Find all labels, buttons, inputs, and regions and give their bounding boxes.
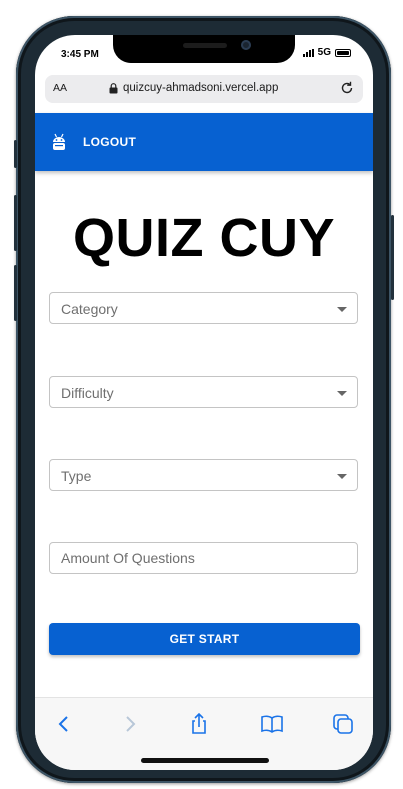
robot-icon: [51, 133, 67, 156]
url-text: quizcuy-ahmadsoni.vercel.app: [123, 82, 279, 94]
action-button: [14, 140, 17, 168]
volume-down-button: [14, 265, 17, 321]
home-indicator[interactable]: [141, 758, 269, 763]
dropdown-caret-icon: [337, 391, 347, 396]
dropdown-caret-icon: [337, 474, 347, 479]
difficulty-label: Difficulty: [61, 385, 114, 401]
difficulty-select[interactable]: Difficulty: [49, 376, 358, 408]
share-icon[interactable]: [186, 711, 212, 737]
forward-icon[interactable]: [117, 711, 143, 737]
address-display[interactable]: quizcuy-ahmadsoni.vercel.app: [109, 82, 278, 94]
battery-icon: [335, 48, 351, 57]
amount-field-box: [49, 542, 358, 574]
status-indicators: 5G: [302, 47, 351, 58]
bookmarks-icon[interactable]: [259, 711, 285, 737]
tabs-icon[interactable]: [330, 711, 356, 737]
logout-button[interactable]: LOGOUT: [83, 135, 136, 149]
camera-icon: [241, 40, 251, 50]
status-time: 3:45 PM: [61, 49, 99, 60]
power-button: [391, 215, 394, 300]
category-label: Category: [61, 301, 118, 317]
category-select[interactable]: Category: [49, 292, 358, 324]
speaker-grille: [183, 43, 227, 48]
text-size-button[interactable]: AA: [53, 82, 67, 94]
app-bar: LOGOUT: [35, 113, 373, 171]
back-icon[interactable]: [51, 711, 77, 737]
reload-icon[interactable]: [339, 80, 355, 99]
phone-screen: 3:45 PM 5G AA quizcuy-ahmadsoni.vercel.a…: [35, 35, 373, 770]
volume-up-button: [14, 195, 17, 251]
type-label: Type: [61, 468, 92, 484]
lock-icon: [109, 82, 118, 93]
type-select[interactable]: Type: [49, 459, 358, 491]
page-title: QUIZ CUY: [72, 208, 335, 268]
get-start-button[interactable]: GET START: [49, 623, 360, 655]
dropdown-caret-icon: [337, 307, 347, 312]
notch: [113, 35, 295, 63]
address-bar[interactable]: AA quizcuy-ahmadsoni.vercel.app: [45, 75, 363, 103]
signal-icon: [302, 48, 314, 57]
network-type: 5G: [317, 47, 331, 58]
amount-of-questions-input[interactable]: [50, 543, 357, 573]
